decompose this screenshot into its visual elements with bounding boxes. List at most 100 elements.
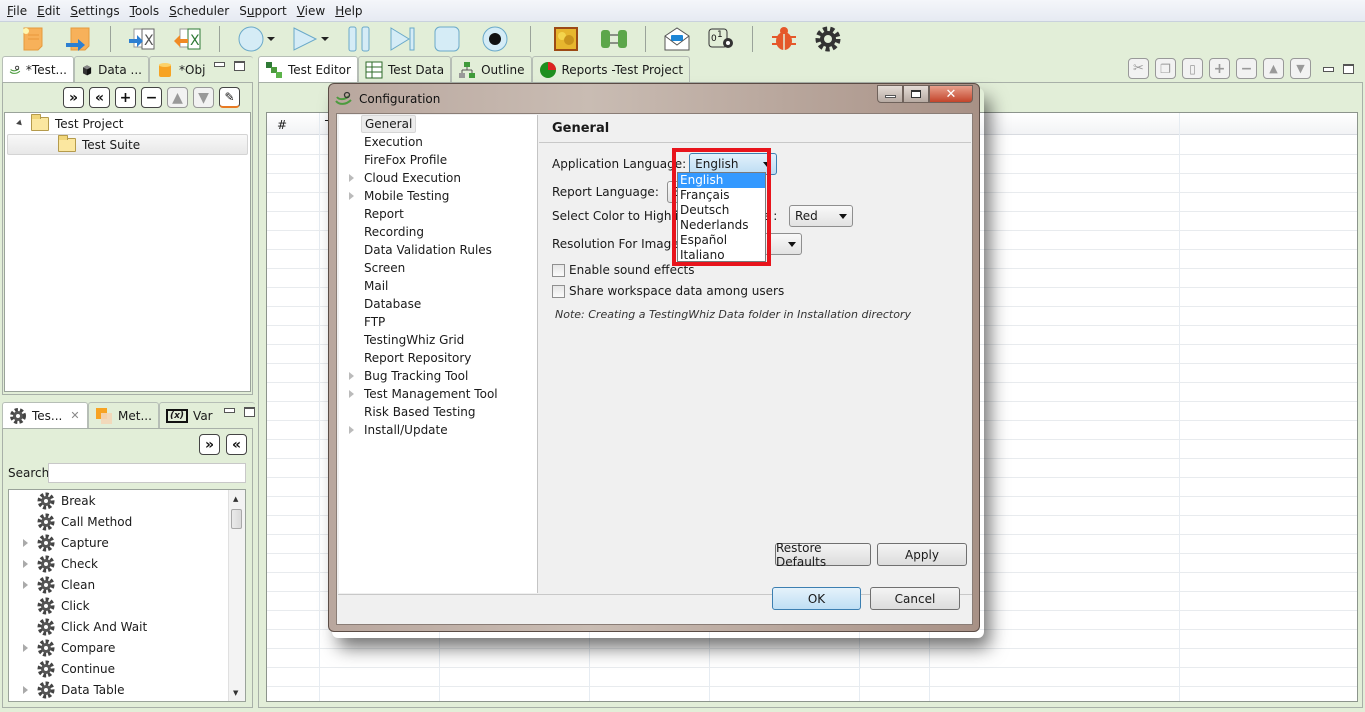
expand-icon[interactable]	[349, 372, 354, 380]
tab-data[interactable]: Data ...	[74, 56, 149, 82]
remove-button[interactable]: −	[141, 87, 162, 108]
nav-item-screen[interactable]: Screen	[339, 259, 537, 277]
highlight-color-select[interactable]: Red	[789, 205, 853, 227]
move-down-button[interactable]: ▼	[1290, 58, 1311, 79]
restore-defaults-button[interactable]: Restore Defaults	[775, 541, 871, 569]
database-compare-button[interactable]	[597, 24, 631, 54]
tab-test-editor[interactable]: Test Editor	[258, 56, 358, 82]
nav-item-firefox-profile[interactable]: FireFox Profile	[339, 151, 537, 169]
maximize-window-button[interactable]	[903, 85, 929, 103]
command-item[interactable]: Capture	[9, 532, 245, 553]
move-up-button[interactable]: ▲	[167, 87, 188, 108]
collapse-all-button[interactable]: «	[226, 434, 247, 455]
expand-icon[interactable]	[23, 559, 28, 568]
command-item[interactable]: Call Method	[9, 511, 245, 532]
maximize-icon[interactable]	[1343, 63, 1354, 74]
nav-item-cloud-execution[interactable]: Cloud Execution	[339, 169, 537, 187]
expand-icon[interactable]	[349, 174, 354, 182]
share-workspace-checkbox[interactable]	[552, 284, 565, 298]
nav-item-report-repository[interactable]: Report Repository	[339, 349, 537, 367]
menu-view[interactable]: View	[292, 4, 330, 18]
expand-icon[interactable]	[23, 643, 28, 652]
menu-edit[interactable]: Edit	[32, 4, 65, 18]
import-excel-button[interactable]: X	[125, 24, 159, 54]
scroll-down-icon[interactable]: ▼	[233, 689, 238, 697]
expand-icon[interactable]	[23, 685, 28, 694]
expand-icon[interactable]	[23, 538, 28, 547]
ok-button[interactable]: OK	[772, 587, 861, 610]
command-item[interactable]: Clean	[9, 574, 245, 595]
tab-object-repository[interactable]: *Obj	[149, 56, 253, 82]
tab-outline[interactable]: Outline	[451, 56, 532, 82]
nav-item-recording[interactable]: Recording	[339, 223, 537, 241]
binary-settings-button[interactable]: 01	[704, 24, 738, 54]
export-excel-button[interactable]: X	[171, 24, 205, 54]
settings-button[interactable]	[811, 24, 845, 54]
tab-reports-test-project[interactable]: Reports -Test Project	[531, 56, 691, 82]
paste-button[interactable]: ▯	[1182, 58, 1203, 79]
cut-button[interactable]: ✂	[1128, 58, 1149, 79]
close-icon[interactable]: ✕	[70, 409, 79, 422]
tab-test-project[interactable]: *Test...	[2, 56, 74, 82]
copy-button[interactable]: ❐	[1155, 58, 1176, 79]
nav-item-general[interactable]: General	[339, 115, 537, 133]
command-item[interactable]: Break	[9, 490, 245, 511]
image-button[interactable]	[549, 24, 583, 54]
maximize-icon[interactable]	[234, 61, 246, 71]
tree-item-test-project[interactable]: Test Project	[5, 113, 250, 134]
new-project-button[interactable]	[16, 24, 50, 54]
expand-icon[interactable]	[349, 426, 354, 434]
mail-button[interactable]	[660, 24, 694, 54]
run-button[interactable]	[288, 24, 332, 54]
command-item[interactable]: Continue	[9, 658, 245, 679]
edit-button[interactable]: ✎	[219, 87, 240, 108]
menu-tools[interactable]: Tools	[125, 4, 165, 18]
capture-button[interactable]	[478, 24, 512, 54]
scroll-up-icon[interactable]: ▲	[233, 495, 238, 503]
command-item[interactable]: Click	[9, 595, 245, 616]
move-down-button[interactable]: ▼	[193, 87, 214, 108]
nav-item-install-update[interactable]: Install/Update	[339, 421, 537, 439]
menu-scheduler[interactable]: Scheduler	[164, 4, 234, 18]
command-item[interactable]: Data Table	[9, 679, 245, 700]
expand-icon[interactable]	[349, 390, 354, 398]
apply-button[interactable]: Apply	[877, 543, 967, 566]
cancel-button[interactable]: Cancel	[870, 587, 960, 610]
command-item[interactable]: Click And Wait	[9, 616, 245, 637]
expand-icon[interactable]	[16, 119, 24, 128]
commands-scrollbar[interactable]: ▲ ▼	[228, 490, 245, 701]
collapse-all-button[interactable]: «	[89, 87, 110, 108]
tab-variables[interactable]: (x) Var	[159, 402, 255, 428]
sound-effects-checkbox[interactable]	[552, 263, 565, 277]
tab-methods[interactable]: Met...	[88, 402, 159, 428]
command-item[interactable]: Check	[9, 553, 245, 574]
search-input[interactable]	[48, 463, 246, 483]
tab-test-commands[interactable]: Tes... ✕	[2, 402, 88, 428]
tab-test-data[interactable]: Test Data	[357, 56, 452, 82]
expand-icon[interactable]	[23, 580, 28, 589]
nav-item-mail[interactable]: Mail	[339, 277, 537, 295]
nav-item-database[interactable]: Database	[339, 295, 537, 313]
move-up-button[interactable]: ▲	[1263, 58, 1284, 79]
stop-button[interactable]	[430, 24, 464, 54]
add-button[interactable]: +	[115, 87, 136, 108]
add-row-button[interactable]: +	[1209, 58, 1230, 79]
step-button[interactable]	[386, 24, 420, 54]
dialog-titlebar[interactable]: Configuration	[335, 88, 440, 110]
import-project-button[interactable]	[62, 24, 96, 54]
expand-all-button[interactable]: »	[199, 434, 220, 455]
minimize-icon[interactable]	[1323, 66, 1334, 72]
nav-item-testingwhiz-grid[interactable]: TestingWhiz Grid	[339, 331, 537, 349]
minimize-window-button[interactable]	[877, 85, 903, 103]
nav-item-execution[interactable]: Execution	[339, 133, 537, 151]
nav-item-ftp[interactable]: FTP	[339, 313, 537, 331]
close-window-button[interactable]: ✕	[929, 85, 973, 103]
expand-icon[interactable]	[349, 192, 354, 200]
menu-help[interactable]: Help	[330, 4, 367, 18]
expand-all-button[interactable]: »	[63, 87, 84, 108]
nav-item-report[interactable]: Report	[339, 205, 537, 223]
nav-item-mobile-testing[interactable]: Mobile Testing	[339, 187, 537, 205]
remove-row-button[interactable]: −	[1236, 58, 1257, 79]
nav-item-test-management-tool[interactable]: Test Management Tool	[339, 385, 537, 403]
scrollbar-thumb[interactable]	[231, 509, 242, 529]
